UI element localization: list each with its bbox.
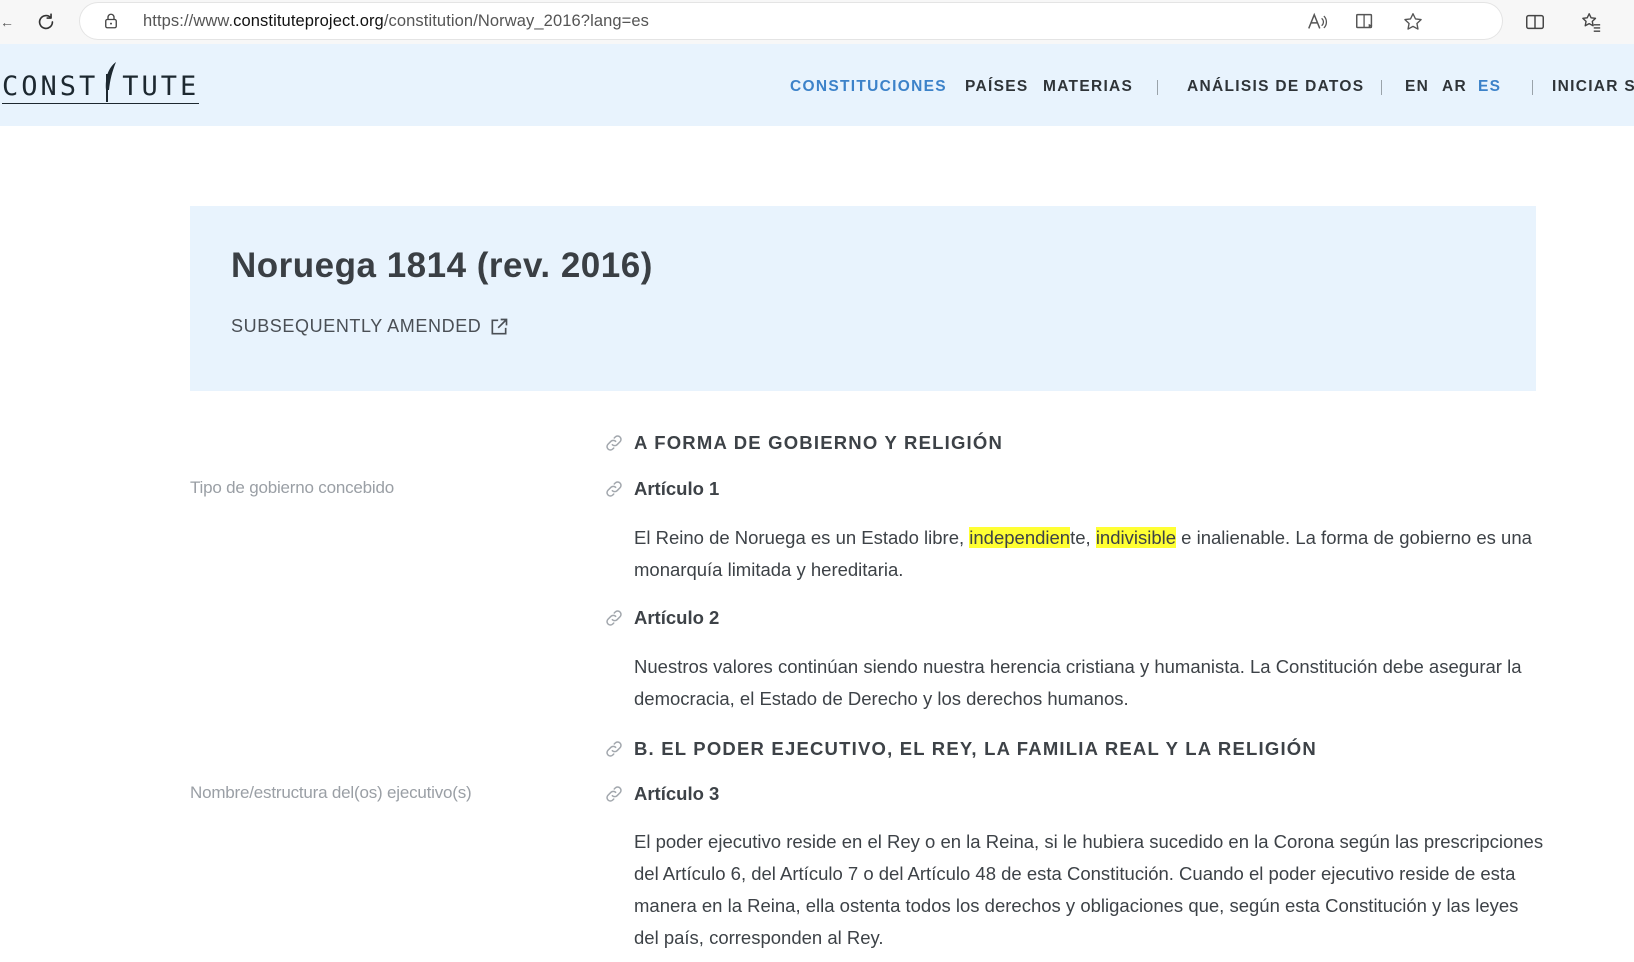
link-icon[interactable] [603, 783, 625, 805]
nav-divider [1157, 80, 1158, 95]
external-link-icon [491, 318, 508, 334]
lock-icon[interactable] [102, 12, 120, 35]
nav-divider [1381, 80, 1382, 95]
quill-icon [98, 62, 122, 106]
browser-toolbar: ← https://www.constituteproject.org/cons… [0, 0, 1634, 44]
highlight-mark: independien [969, 527, 1071, 548]
article-2-text: Nuestros valores continúan siendo nuestr… [634, 656, 1522, 709]
link-icon[interactable] [603, 607, 625, 629]
site-header: CONST TUTE CONSTITUCIONES PAÍSES MATERIA… [0, 44, 1634, 126]
logo-underline [2, 103, 200, 104]
amended-label: SUBSEQUENTLY AMENDED [231, 316, 482, 336]
link-icon[interactable] [603, 478, 625, 500]
nav-divider [1532, 80, 1533, 95]
immersive-reader-icon[interactable] [1354, 11, 1376, 33]
favorite-star-icon[interactable] [1402, 11, 1424, 33]
reload-icon [38, 13, 54, 30]
highlight-mark: indivisible [1095, 527, 1177, 548]
article-3-text: El poder ejecutivo reside en el Rey o en… [634, 831, 1544, 948]
lang-es[interactable]: ES [1478, 78, 1501, 100]
favorites-list-icon[interactable] [1580, 11, 1602, 33]
nav-paises[interactable]: PAÍSES [965, 78, 1029, 100]
logo-text-left: CONST [2, 70, 99, 102]
section-heading-a: A FORMA DE GOBIERNO Y RELIGIÓN [634, 432, 1004, 453]
nav-iniciar-sesion[interactable]: INICIAR S [1552, 78, 1634, 100]
read-aloud-icon[interactable] [1306, 11, 1328, 33]
constitution-title-box: Noruega 1814 (rev. 2016) SUBSEQUENTLY AM… [190, 206, 1536, 391]
section-heading-b: B. EL PODER EJECUTIVO, EL REY, LA FAMILI… [634, 738, 1317, 759]
logo-text-right: TUTE [122, 70, 200, 102]
constitute-logo[interactable]: CONST TUTE [2, 62, 200, 106]
lang-en[interactable]: EN [1405, 78, 1429, 100]
lang-ar[interactable]: AR [1442, 78, 1467, 100]
nav-constituciones[interactable]: CONSTITUCIONES [790, 78, 947, 100]
reload-button[interactable] [30, 6, 62, 38]
article-2-title: Artículo 2 [634, 607, 720, 628]
page-title: Noruega 1814 (rev. 2016) [231, 246, 653, 285]
url-text[interactable]: https://www.constituteproject.org/consti… [143, 12, 649, 31]
link-icon[interactable] [603, 432, 625, 454]
split-screen-icon[interactable] [1524, 11, 1546, 33]
nav-analisis-de-datos[interactable]: ANÁLISIS DE DATOS [1187, 78, 1364, 100]
topic-tag-nombre-ejecutivo[interactable]: Nombre/estructura del(os) ejecutivo(s) [190, 783, 472, 803]
topic-tag-tipo-de-gobierno[interactable]: Tipo de gobierno concebido [190, 478, 394, 498]
address-bar[interactable]: https://www.constituteproject.org/consti… [80, 3, 1502, 39]
article-3-title: Artículo 3 [634, 783, 720, 804]
article-1-text: El Reino de Noruega es un Estado libre, … [634, 527, 1532, 580]
nav-materias[interactable]: MATERIAS [1043, 78, 1133, 100]
subsequently-amended-link[interactable]: SUBSEQUENTLY AMENDED [231, 316, 509, 337]
article-1-title: Artículo 1 [634, 478, 720, 499]
back-button-edge[interactable]: ← [0, 14, 14, 30]
link-icon[interactable] [603, 738, 625, 760]
